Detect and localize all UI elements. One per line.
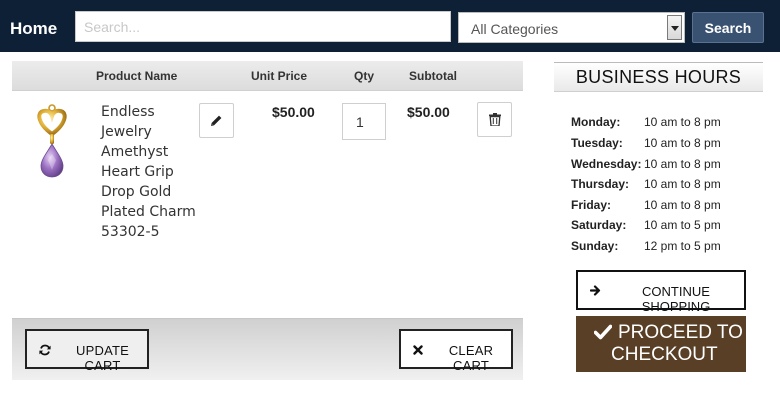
hours-day: Tuesday: (571, 136, 623, 150)
product-name-line: 53302-5 (101, 224, 160, 240)
proceed-to-checkout-button[interactable]: PROCEED TO CHECKOUT (576, 316, 746, 372)
delete-item-button[interactable] (477, 102, 512, 137)
product-name-line: Endless (101, 104, 155, 120)
product-name-line: Jewelry (101, 124, 152, 140)
hours-time: 10 am to 8 pm (644, 157, 721, 171)
clear-cart-button[interactable]: CLEAR CART (399, 329, 513, 373)
category-select-value: All Categories (471, 21, 559, 37)
hours-time: 10 am to 8 pm (644, 136, 721, 150)
checkmark-icon (594, 324, 612, 340)
hours-time: 10 am to 8 pm (644, 198, 721, 212)
hours-time: 10 am to 8 pm (644, 115, 721, 129)
quantity-input[interactable] (342, 103, 386, 140)
unit-price: $50.00 (272, 104, 315, 120)
hours-day: Thursday: (571, 177, 630, 191)
product-name[interactable]: Endless Jewelry Amethyst Heart Grip Drop… (101, 102, 201, 242)
dropdown-arrow-icon[interactable] (667, 15, 682, 40)
update-cart-button[interactable]: UPDATE CART (25, 329, 149, 373)
product-name-line: Heart Grip (101, 164, 174, 180)
column-header-subtotal: Subtotal (409, 69, 457, 83)
item-subtotal: $50.00 (407, 104, 450, 120)
hours-day: Sunday: (571, 239, 619, 253)
checkout-label-line1: PROCEED TO (618, 322, 743, 343)
update-cart-label: UPDATE CART (76, 343, 129, 373)
column-header-unit-price: Unit Price (251, 69, 308, 83)
hours-day: Wednesday: (571, 157, 642, 171)
hours-day: Friday: (571, 198, 612, 212)
search-input[interactable] (75, 11, 451, 42)
category-select[interactable]: All Categories (458, 12, 685, 43)
close-icon (413, 345, 423, 355)
hours-day: Saturday: (571, 218, 627, 232)
column-header-product-name: Product Name (96, 69, 178, 83)
trash-icon (489, 113, 501, 126)
hours-time: 12 pm to 5 pm (644, 239, 721, 253)
pencil-icon (211, 115, 222, 126)
business-hours-title: BUSINESS HOURS (554, 62, 763, 92)
continue-shopping-label: CONTINUE SHOPPING (641, 284, 711, 314)
product-name-line: Plated Charm (101, 204, 196, 220)
product-name-line: Drop Gold (101, 184, 172, 200)
hours-time: 10 am to 5 pm (644, 218, 721, 232)
cart-table-header: Product Name Unit Price Qty Subtotal (12, 61, 523, 91)
hours-time: 10 am to 8 pm (644, 177, 721, 191)
clear-cart-label: CLEAR CART (448, 343, 494, 373)
top-nav-bar: Home All Categories Search (0, 0, 780, 52)
home-link[interactable]: Home (10, 19, 57, 39)
edit-item-button[interactable] (199, 103, 234, 138)
search-button[interactable]: Search (692, 12, 764, 43)
arrow-right-icon (590, 285, 601, 296)
refresh-icon (39, 344, 51, 356)
hours-day: Monday: (571, 115, 621, 129)
checkout-label-line2: CHECKOUT (611, 344, 718, 365)
product-image[interactable] (30, 104, 74, 180)
continue-shopping-button[interactable]: CONTINUE SHOPPING (576, 270, 746, 314)
column-header-qty: Qty (354, 69, 375, 83)
product-name-line: Amethyst (101, 144, 169, 160)
